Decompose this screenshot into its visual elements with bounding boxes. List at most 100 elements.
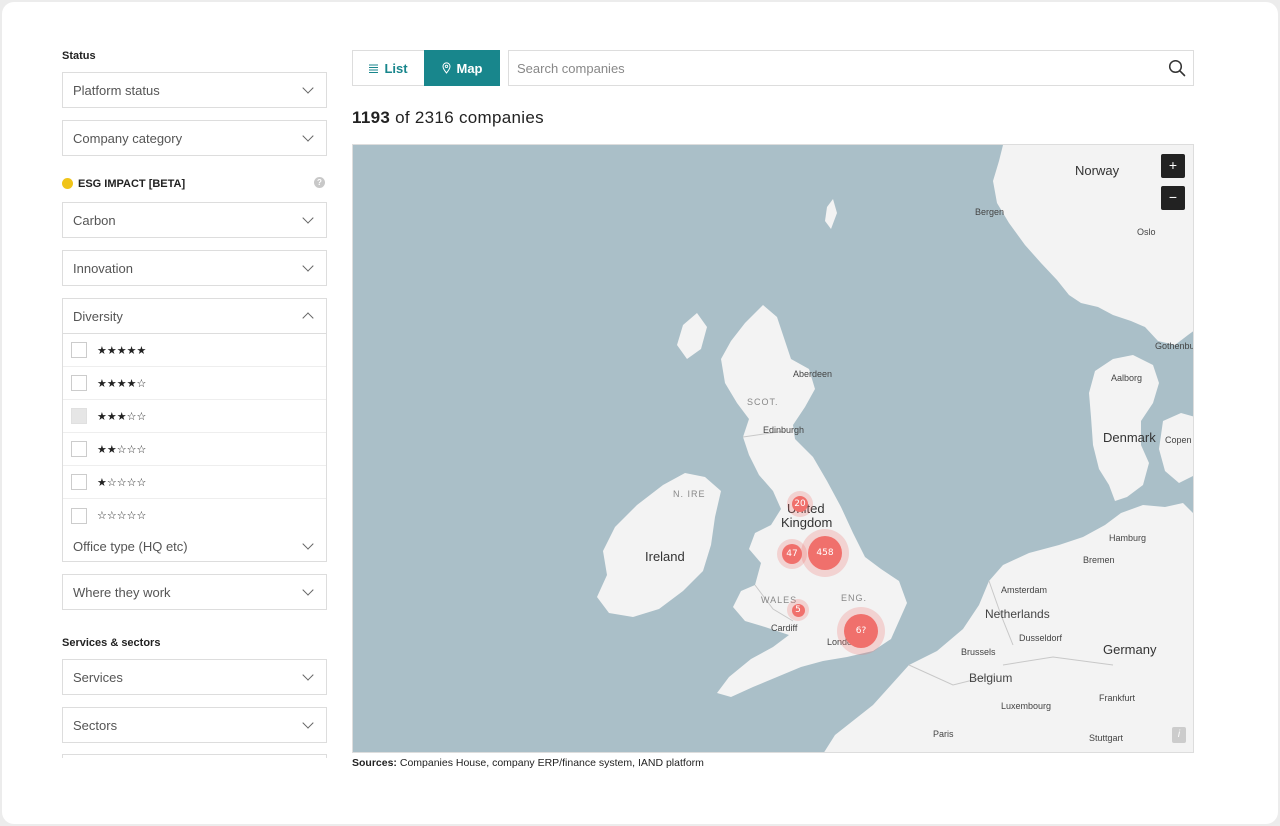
carbon-label: Carbon (73, 212, 116, 228)
label-norway: Norway (1075, 163, 1120, 178)
innovation-dropdown[interactable]: Innovation (62, 250, 327, 286)
diversity-option-3-stars[interactable]: ★★★☆☆ (63, 400, 326, 433)
diversity-option-1-star[interactable]: ★☆☆☆☆ (63, 466, 326, 499)
label-paris: Paris (933, 729, 954, 739)
office-type-label: Office type (HQ etc) (73, 538, 188, 554)
diversity-option-2-stars[interactable]: ★★☆☆☆ (63, 433, 326, 466)
cluster-count: 458 (808, 536, 842, 570)
sectors-label: Sectors (73, 717, 118, 733)
diversity-option-0-stars[interactable]: ☆☆☆☆☆ (63, 499, 326, 532)
platform-status-dropdown[interactable]: Platform status (62, 72, 327, 108)
cluster-count: 20 (792, 496, 808, 512)
chevron-down-icon (302, 538, 314, 550)
innovation-label: Innovation (73, 260, 133, 276)
label-dusseldorf: Dusseldorf (1019, 633, 1063, 643)
company-category-label: Company category (73, 130, 183, 146)
sources-label: Sources: (352, 757, 397, 769)
label-bergen: Bergen (975, 207, 1005, 217)
rating-stars: ★★★☆☆ (97, 409, 147, 423)
sectors-dropdown[interactable]: Sectors (62, 707, 327, 743)
label-bremen: Bremen (1083, 555, 1115, 565)
label-germany: Germany (1103, 642, 1157, 657)
diversity-dropdown[interactable]: Diversity (62, 298, 327, 334)
search-icon[interactable] (1168, 59, 1186, 77)
label-cardiff: Cardiff (771, 623, 798, 633)
zoom-in-button[interactable]: + (1161, 154, 1185, 178)
sources-note: Sources: Companies House, company ERP/fi… (352, 757, 704, 769)
services-label: Services (73, 669, 123, 685)
rating-stars: ★★☆☆☆ (97, 442, 147, 456)
diversity-options-panel: ★★★★★ ★★★★☆ ★★★☆☆ ★★☆☆☆ ★☆☆☆☆ ☆☆☆☆☆ (62, 334, 327, 532)
zealand-landmass (1159, 413, 1193, 483)
list-view-label: List (384, 60, 408, 76)
carbon-dropdown[interactable]: Carbon (62, 202, 327, 238)
label-ireland: Ireland (645, 549, 685, 564)
esg-emoji-icon (62, 178, 73, 189)
services-sectors-heading: Services & sectors (62, 637, 161, 649)
label-edinburgh: Edinburgh (763, 425, 805, 435)
hebrides-landmass (677, 313, 707, 359)
services-dropdown[interactable]: Services (62, 659, 327, 695)
label-luxembourg: Luxembourg (1001, 701, 1052, 711)
label-copenhagen: Copen (1165, 435, 1192, 445)
cluster-count: 47 (782, 544, 802, 564)
label-england: ENG. (841, 593, 868, 603)
chevron-down-icon (302, 717, 314, 729)
map-view-button[interactable]: Map (424, 50, 500, 86)
map-info-button[interactable]: i (1172, 727, 1186, 743)
chevron-down-icon (302, 584, 314, 596)
shetland-landmass (825, 199, 837, 229)
checkbox[interactable] (71, 408, 87, 424)
label-gothenburg: Gothenbu (1155, 341, 1194, 351)
checkbox[interactable] (71, 507, 87, 524)
checkbox[interactable] (71, 375, 87, 391)
map-pin-icon (441, 62, 451, 74)
label-hamburg: Hamburg (1109, 533, 1147, 543)
sources-text: Companies House, company ERP/finance sys… (399, 757, 704, 769)
label-amsterdam: Amsterdam (1001, 585, 1048, 595)
label-oslo: Oslo (1137, 227, 1156, 237)
company-category-dropdown[interactable]: Company category (62, 120, 327, 156)
cluster-marker[interactable]: 20 (787, 491, 813, 517)
results-shown: 1193 (352, 108, 391, 127)
checkbox[interactable] (71, 441, 87, 457)
cluster-marker[interactable]: 458 (801, 529, 849, 577)
rating-stars: ★☆☆☆☆ (97, 475, 147, 489)
where-they-work-dropdown[interactable]: Where they work (62, 574, 327, 610)
where-they-work-label: Where they work (73, 584, 171, 600)
diversity-option-4-stars[interactable]: ★★★★☆ (63, 367, 326, 400)
list-icon (369, 64, 379, 73)
cluster-marker[interactable]: 6? (837, 607, 885, 655)
esg-impact-heading: ESG IMPACT [BETA] (78, 178, 186, 190)
label-kingdom: Kingdom (781, 515, 833, 530)
help-icon[interactable]: ? (314, 177, 325, 188)
label-belgium: Belgium (969, 671, 1013, 685)
label-aalborg: Aalborg (1111, 373, 1143, 383)
diversity-label: Diversity (73, 308, 123, 324)
list-view-button[interactable]: List (352, 50, 424, 86)
label-aberdeen: Aberdeen (793, 369, 833, 379)
chevron-up-icon (302, 312, 314, 324)
chevron-down-icon (302, 130, 314, 142)
next-dropdown-partial[interactable] (62, 754, 327, 758)
label-scotland: SCOT. (747, 397, 779, 407)
chevron-down-icon (302, 212, 314, 224)
checkbox[interactable] (71, 474, 87, 490)
cluster-count: 6? (844, 614, 878, 648)
company-map[interactable]: Norway Bergen Oslo Gothenbu Aalborg Denm… (352, 144, 1194, 753)
search-input[interactable] (508, 50, 1194, 86)
cluster-marker[interactable]: 5 (787, 599, 809, 621)
label-denmark: Denmark (1103, 430, 1156, 445)
status-heading: Status (62, 50, 96, 62)
office-type-dropdown[interactable]: Office type (HQ etc) (62, 531, 327, 562)
rating-stars: ☆☆☆☆☆ (97, 509, 147, 522)
label-frankfurt: Frankfurt (1099, 693, 1136, 703)
rating-stars: ★★★★☆ (97, 376, 147, 390)
results-total: of 2316 companies (395, 108, 544, 127)
diversity-option-5-stars[interactable]: ★★★★★ (63, 334, 326, 367)
label-stuttgart: Stuttgart (1089, 733, 1124, 743)
cluster-count: 5 (791, 603, 805, 617)
map-basemap (597, 145, 1193, 752)
checkbox[interactable] (71, 342, 87, 358)
zoom-out-button[interactable]: − (1161, 186, 1185, 210)
